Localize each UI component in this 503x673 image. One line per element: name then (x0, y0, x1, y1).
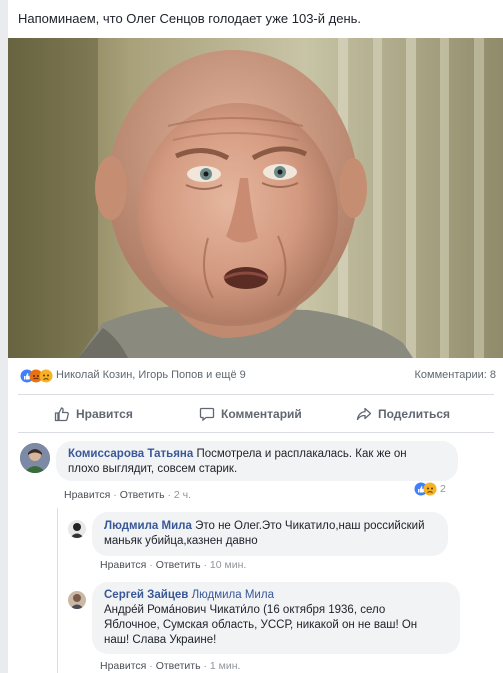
comment-author[interactable]: Комиссарова Татьяна (68, 448, 193, 460)
comment-reply-link[interactable]: Ответить (120, 489, 165, 501)
comments-count[interactable]: Комментарии: 8 (414, 369, 496, 381)
reply-text: Это не Олег.Это Чикатило,наш российский (195, 520, 425, 532)
reply-text-line2: Яблочное, Сумская область, УССР, никакой… (104, 619, 418, 631)
reply-author[interactable]: Сергей Зайцев (104, 589, 188, 601)
avatar-image (20, 443, 50, 473)
reply-like-link[interactable]: Нравится (100, 660, 146, 672)
reply-mention[interactable]: Людмила Мила (192, 589, 274, 601)
divider (18, 394, 494, 395)
thumbs-up-icon (54, 407, 69, 422)
divider (18, 432, 494, 433)
reply-reply-link[interactable]: Ответить (156, 559, 201, 571)
comment-meta: Нравится · Ответить · 2 ч. (64, 489, 192, 501)
comment-reactions[interactable]: 2 (414, 481, 446, 497)
comment-time: 2 ч. (173, 489, 192, 501)
reply-reply-link[interactable]: Ответить (156, 660, 201, 672)
avatar[interactable] (68, 520, 86, 538)
reply-time: 1 мин. (209, 660, 241, 672)
like-label: Нравится (76, 407, 133, 421)
reaction-count: 2 (440, 483, 446, 495)
post-card: Напоминаем, что Олег Сенцов голодает уже… (8, 0, 503, 673)
avatar[interactable] (68, 591, 86, 609)
reactions-row[interactable]: Николай Козин, Игорь Попов и ещё 9 Комме… (20, 368, 496, 384)
comment-like-link[interactable]: Нравится (64, 489, 110, 501)
share-button[interactable]: Поделиться (356, 405, 450, 423)
action-bar: Нравится Комментарий Поделиться (8, 398, 503, 430)
post-photo[interactable] (8, 38, 503, 358)
thread-line (57, 508, 58, 673)
reply-text-line1: Андре́й Рома́нович Чикати́ло (16 октября… (104, 604, 386, 616)
reaction-names[interactable]: Николай Козин, Игорь Попов и ещё 9 (56, 369, 246, 381)
reply-meta: Нравится · Ответить · 1 мин. (100, 660, 241, 672)
comment-bubble: Комиссарова Татьяна Посмотрела и расплак… (56, 441, 458, 481)
comment-button[interactable]: Комментарий (199, 405, 302, 423)
reply-bubble: Людмила Мила Это не Олег.Это Чикатило,на… (92, 512, 448, 556)
reaction-icons (20, 369, 53, 383)
post-text: Напоминаем, что Олег Сенцов голодает уже… (18, 11, 362, 26)
avatar-image (68, 591, 86, 609)
reply-author[interactable]: Людмила Мила (104, 520, 192, 532)
comment-label: Комментарий (221, 407, 302, 421)
share-icon (356, 407, 372, 421)
reply-time: 10 мин. (209, 559, 247, 571)
comment-text-line2: плохо выглядит, совсем старик. (68, 463, 238, 475)
reply-meta: Нравится · Ответить · 10 мин. (100, 559, 247, 571)
reply-text-line2: маньяк убийца,казнен давно (104, 535, 258, 547)
reply-bubble: Сергей Зайцев Людмила Мила Андре́й Рома́… (92, 582, 460, 654)
avatar-image (68, 520, 86, 538)
like-button[interactable]: Нравится (54, 405, 133, 423)
reply-text-line3: наш! Слава Украине! (104, 634, 217, 646)
reply-like-link[interactable]: Нравится (100, 559, 146, 571)
reaction-icons (414, 482, 437, 496)
comment-icon (199, 407, 215, 422)
share-label: Поделиться (378, 407, 451, 421)
avatar[interactable] (20, 443, 50, 473)
portrait-image (8, 38, 503, 358)
comment-text: Посмотрела и расплакалась. Как же он (196, 448, 407, 460)
